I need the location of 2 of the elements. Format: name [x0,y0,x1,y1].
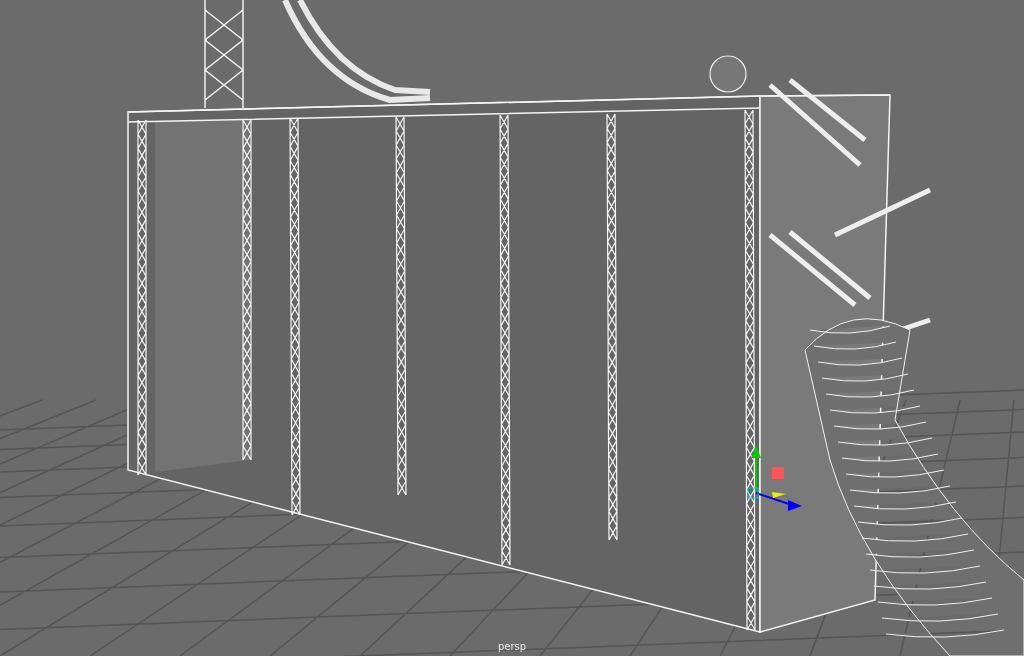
move-manipulator-icon [747,445,802,511]
camera-label: persp [497,641,527,652]
